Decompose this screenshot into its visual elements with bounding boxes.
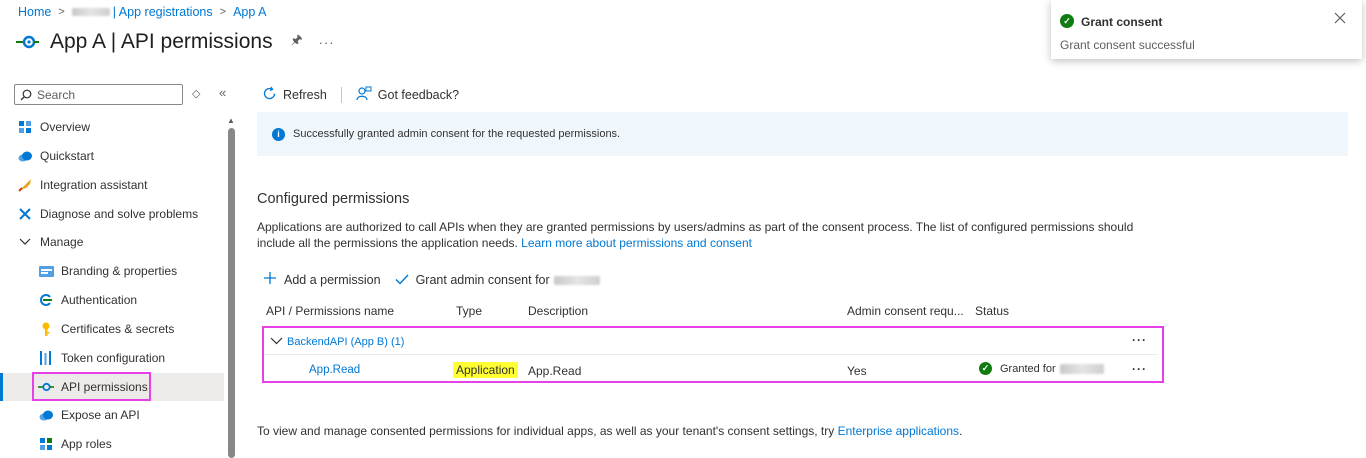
feedback-label: Got feedback?: [377, 88, 460, 102]
grant-admin-consent-button[interactable]: Grant admin consent for: [395, 270, 600, 290]
sidebar-item-manage[interactable]: Manage: [0, 228, 224, 256]
permissions-command-bar: Add a permission Grant admin consent for: [263, 270, 614, 290]
token-bars-icon: [38, 350, 54, 366]
chevron-down-icon: [17, 234, 33, 250]
add-permission-label: Add a permission: [284, 273, 381, 287]
column-header-type[interactable]: Type: [456, 304, 482, 318]
sidebar-item-app-roles[interactable]: App roles: [0, 430, 224, 458]
footer-note: To view and manage consented permissions…: [257, 424, 962, 438]
breadcrumb-app[interactable]: App A: [233, 5, 266, 19]
redacted-tenant-name: [71, 8, 110, 16]
feedback-person-icon: [356, 86, 372, 105]
cloud-icon: [17, 148, 33, 164]
footer-period: .: [959, 424, 963, 438]
sidebar-item-quickstart[interactable]: Quickstart: [0, 142, 224, 170]
learn-more-link[interactable]: Learn more about permissions and consent: [521, 236, 752, 250]
sidebar-scrollbar-thumb[interactable]: [228, 128, 235, 458]
breadcrumb: Home > | App registrations > App A: [18, 4, 266, 20]
sidebar-item-diagnose[interactable]: Diagnose and solve problems: [0, 200, 224, 228]
sidebar-item-token-configuration[interactable]: Token configuration: [0, 344, 224, 372]
sidebar-item-branding[interactable]: Branding & properties: [0, 257, 224, 285]
sidebar-item-label: Certificates & secrets: [61, 322, 175, 336]
cloud-icon: [38, 407, 54, 423]
refresh-icon: [262, 86, 277, 105]
rocket-icon: [17, 177, 33, 193]
search-input[interactable]: [37, 87, 177, 102]
add-permission-button[interactable]: Add a permission: [263, 270, 381, 290]
sidebar-item-label: Overview: [40, 120, 91, 134]
sidebar-item-authentication[interactable]: Authentication: [0, 286, 224, 314]
column-header-admin-consent[interactable]: Admin consent requ...: [847, 304, 964, 318]
key-icon: [38, 321, 54, 337]
breadcrumb-app-registrations[interactable]: | App registrations: [113, 5, 213, 19]
annotation-highlight-box: [32, 372, 151, 401]
sidebar-item-label: Manage: [40, 235, 84, 249]
sidebar-item-label: Token configuration: [61, 351, 166, 365]
sidebar-item-certificates[interactable]: Certificates & secrets: [0, 315, 224, 343]
scroll-up-arrow-icon[interactable]: ▲: [227, 116, 235, 125]
page-title-section: | API permissions: [110, 30, 273, 53]
page-header: App A | API permissions 🖈 ···: [14, 26, 335, 58]
success-check-icon: ✓: [1060, 14, 1074, 28]
more-options-icon[interactable]: ···: [319, 35, 335, 50]
expand-collapse-icon[interactable]: ◇: [192, 87, 200, 100]
footer-text: To view and manage consented permissions…: [257, 424, 835, 438]
breadcrumb-separator-icon: >: [219, 6, 227, 18]
sidebar-item-overview[interactable]: Overview: [0, 113, 224, 141]
redacted-tenant-name: [553, 275, 600, 285]
toast-message: Grant consent successful: [1060, 38, 1195, 52]
section-description: Applications are authorized to call APIs…: [257, 219, 1157, 251]
info-icon: i: [272, 127, 285, 141]
sidebar-item-label: Quickstart: [40, 149, 95, 163]
collapse-sidebar-icon[interactable]: «: [219, 85, 226, 100]
app-roles-grid-icon: [38, 436, 54, 452]
authentication-icon: [38, 292, 54, 308]
enterprise-applications-link[interactable]: Enterprise applications: [838, 424, 959, 438]
sidebar-item-label: Expose an API: [61, 408, 140, 422]
feedback-button[interactable]: Got feedback?: [356, 86, 459, 105]
checkmark-icon: [395, 270, 409, 290]
search-icon: [20, 89, 32, 100]
toolbar: Refresh Got feedback?: [262, 84, 459, 106]
refresh-button[interactable]: Refresh: [262, 86, 327, 105]
page-title: App A | API permissions: [50, 30, 273, 54]
section-title: Configured permissions: [257, 191, 410, 207]
info-message: Successfully granted admin consent for t…: [293, 128, 621, 140]
pin-icon[interactable]: 🖈: [291, 31, 303, 53]
page-title-app: App A: [50, 30, 105, 53]
info-message-bar: i Successfully granted admin consent for…: [257, 112, 1348, 156]
grant-admin-consent-label: Grant admin consent for: [415, 273, 550, 287]
overview-grid-icon: [17, 119, 33, 135]
breadcrumb-separator-icon: >: [58, 6, 65, 18]
column-header-description[interactable]: Description: [528, 304, 588, 318]
refresh-label: Refresh: [283, 88, 327, 102]
sidebar-item-label: App roles: [61, 437, 112, 451]
sidebar-item-label: Branding & properties: [61, 264, 178, 278]
close-icon[interactable]: [1334, 11, 1346, 29]
wrench-icon: [17, 206, 33, 222]
toolbar-divider: [340, 87, 342, 103]
sidebar-item-label: Integration assistant: [40, 178, 148, 192]
app-registration-icon: [14, 32, 40, 53]
sidebar-item-integration-assistant[interactable]: Integration assistant: [0, 171, 224, 199]
sidebar-item-label: Diagnose and solve problems: [40, 207, 199, 221]
breadcrumb-home[interactable]: Home: [18, 5, 51, 19]
plus-icon: [263, 270, 277, 290]
column-header-api-name[interactable]: API / Permissions name: [266, 304, 394, 318]
branding-icon: [38, 263, 54, 279]
toast-title: Grant consent: [1081, 15, 1163, 29]
sidebar-item-label: Authentication: [61, 293, 138, 307]
sidebar-search[interactable]: [14, 84, 183, 105]
sidebar-item-expose-api[interactable]: Expose an API: [0, 401, 224, 429]
annotation-highlight-box: [262, 326, 1164, 383]
toast-notification: ✓ Grant consent Grant consent successful: [1051, 0, 1362, 59]
column-header-status[interactable]: Status: [975, 304, 1009, 318]
